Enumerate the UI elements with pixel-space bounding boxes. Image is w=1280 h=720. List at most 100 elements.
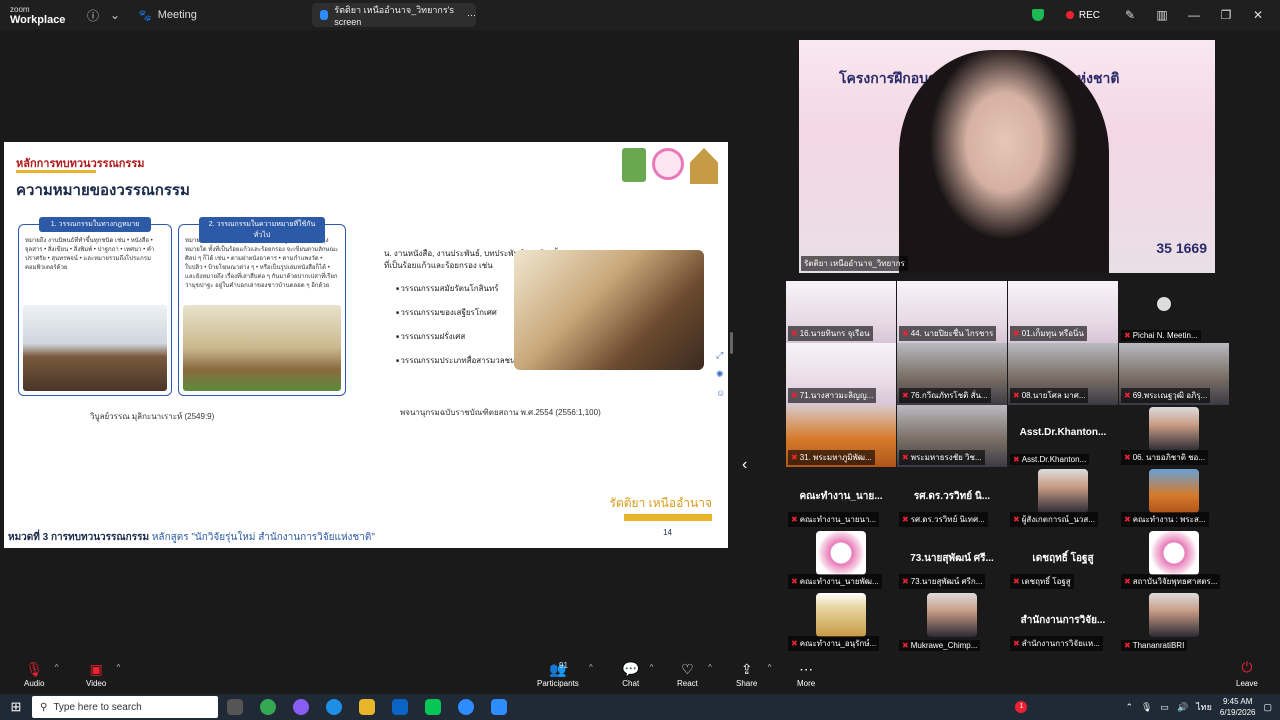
- participant-name: เดชฤทธิ์ โอฐสู: [1021, 577, 1071, 586]
- annotate-icon[interactable]: ✎: [1116, 8, 1144, 22]
- participants-button[interactable]: 👥 91 Participants ^: [537, 659, 593, 688]
- participant-name-label: ✖ 01.เก็มทุน หรือนิ่น: [1010, 326, 1087, 341]
- participant-tile[interactable]: เดชฤทธิ์ โอฐสู ✖ เดชฤทธิ์ โอฐสู: [1008, 529, 1118, 591]
- participant-avatar: [1149, 593, 1199, 637]
- notification-badge[interactable]: 1: [1015, 701, 1028, 713]
- participants-caret-icon[interactable]: ^: [589, 663, 593, 672]
- participant-tile[interactable]: ✖ 69.พระเณฐวุฒิ อภิรุ...: [1119, 343, 1229, 405]
- share-label: Share: [736, 679, 758, 688]
- participant-tile[interactable]: ✖ 76.กวีณภัทรโชติ สั่น...: [897, 343, 1007, 405]
- active-speaker-video[interactable]: โครงการฝึกอบรมนักวิจัยรุ่น... การวิจัยแห…: [799, 40, 1215, 273]
- participant-tile[interactable]: ✖ Mukrawe_Chimp...: [897, 591, 1007, 653]
- chat-label: Chat: [622, 679, 640, 688]
- audio-caret-icon[interactable]: ^: [55, 663, 59, 672]
- video-caret-icon[interactable]: ^: [117, 663, 121, 672]
- participant-tile[interactable]: สำนักงานการวิจัย... ✖ สำนักงานการวิจัยแห..…: [1008, 591, 1118, 653]
- network-icon[interactable]: ▭: [1160, 702, 1169, 713]
- participant-tile[interactable]: ✖ 06. นายอภิชาติ ชอ...: [1119, 405, 1229, 467]
- tray-chevron-up-icon[interactable]: ⌃: [1125, 702, 1133, 713]
- participant-tile[interactable]: ✖ 71.นางสาวมะลิญญ...: [786, 343, 896, 405]
- title-bar: zoom Workplace ⓘ ⌄ 🐾 Meeting รัตติยา เหน…: [0, 0, 1280, 30]
- list-item: วรรณกรรมประเภทสื่อสารมวลชน: [396, 354, 515, 367]
- react-heart-icon: ♡: [681, 661, 694, 677]
- participant-tile[interactable]: ✖ 44. นายปิยะชื่น ไกรชาร: [897, 281, 1007, 343]
- notifications-icon[interactable]: ▢: [1263, 702, 1272, 713]
- participant-tile[interactable]: ✖ คณะทำงาน_นายพัฒ...: [786, 529, 896, 591]
- participant-name: สำนักงานการวิจัยแห...: [1021, 639, 1100, 648]
- participant-tile[interactable]: Asst.Dr.Khanton... ✖ Asst.Dr.Khanton...: [1008, 405, 1118, 467]
- participant-tile[interactable]: ✖ 08.นายโศล มาศ...: [1008, 343, 1118, 405]
- participant-tile[interactable]: คณะทำงาน_นาย... ✖ คณะทำงาน_นายนา...: [786, 467, 896, 529]
- participant-tile[interactable]: 73.นายสุพัฒน์ ศรี... ✖ 73.นายสุพัฒน์ ศรีก.…: [897, 529, 1007, 591]
- react-caret-icon[interactable]: ^: [708, 663, 712, 672]
- participant-avatar: [927, 593, 977, 637]
- resize-handle[interactable]: [730, 332, 733, 354]
- view-layout-icon[interactable]: ▥: [1148, 8, 1176, 22]
- mic-muted-icon: ✖: [902, 453, 909, 462]
- participant-tile[interactable]: รศ.ดร.วรวิทย์ นิ... ✖ รศ.ดร.วรวิทย์ นิเทศ.…: [897, 467, 1007, 529]
- security-shield-icon[interactable]: [1031, 9, 1044, 21]
- participant-tile[interactable]: ✖ 16.นายทินกร จุเรือน: [786, 281, 896, 343]
- meeting-button[interactable]: 🐾 Meeting: [138, 9, 197, 22]
- copilot-icon[interactable]: [284, 694, 317, 720]
- participant-name-label: ✖ เดชฤทธิ์ โอฐสู: [1010, 574, 1074, 589]
- audio-button[interactable]: 🎙 Audio ^: [24, 659, 58, 688]
- tray-mic-icon[interactable]: 🎙: [1141, 702, 1152, 713]
- chevron-down-icon[interactable]: ⌄: [104, 4, 126, 26]
- expand-icon[interactable]: ⤢: [716, 350, 725, 361]
- temple-storytelling-image: [183, 305, 341, 391]
- mic-muted-icon: ✖: [791, 329, 798, 338]
- zoom-workplace-icon[interactable]: [482, 694, 515, 720]
- zoom-app-icon[interactable]: [449, 694, 482, 720]
- info-icon[interactable]: ⓘ: [82, 4, 104, 26]
- share-side-controls: ⤢ ✺ ☺: [716, 350, 725, 398]
- chrome-icon[interactable]: [251, 694, 284, 720]
- taskbar-search[interactable]: ⚲ Type here to search: [32, 696, 218, 718]
- task-view-icon[interactable]: [218, 694, 251, 720]
- share-icon: ⇪: [740, 661, 753, 677]
- leave-button[interactable]: ⏻ Leave: [1236, 659, 1258, 688]
- participant-tile[interactable]: ✖ 31. พระมหาภูมิพัฒ...: [786, 405, 896, 467]
- edge-icon[interactable]: [317, 694, 350, 720]
- participant-tile[interactable]: ✖ ผู้สังเกตการณ์_นวส...: [1008, 467, 1118, 529]
- outlook-icon[interactable]: [383, 694, 416, 720]
- windows-start-icon[interactable]: ⊞: [0, 699, 32, 715]
- participant-tile[interactable]: ✖ 01.เก็มทุน หรือนิ่น: [1008, 281, 1118, 343]
- participant-avatar: [816, 531, 866, 575]
- share-caret-icon[interactable]: ^: [768, 663, 772, 672]
- participant-tile[interactable]: ✖ พระมหาธรงชัย วิช...: [897, 405, 1007, 467]
- participant-tile[interactable]: ✖ คณะทำงาน : พระส...: [1119, 467, 1229, 529]
- participant-name-label: ✖ ผู้สังเกตการณ์_นวส...: [1010, 512, 1098, 527]
- more-options-icon[interactable]: ⋯: [467, 10, 476, 21]
- line-app-icon[interactable]: [416, 694, 449, 720]
- annotate-tool-icon[interactable]: ✺: [716, 369, 725, 380]
- participant-name-label: ✖ คณะทำงาน : พระส...: [1121, 512, 1209, 527]
- close-icon[interactable]: ✕: [1244, 8, 1272, 22]
- share-button[interactable]: ⇪ Share ^: [736, 659, 771, 688]
- participant-name-label: ✖ พระมหาธรงชัย วิช...: [899, 450, 985, 465]
- volume-icon[interactable]: 🔊: [1177, 702, 1188, 713]
- screen-share-tab[interactable]: รัตติยา เหนืออำนาจ_วิทยากร's screen ⋯: [312, 3, 476, 27]
- minimize-icon[interactable]: —: [1180, 8, 1208, 22]
- participant-tile[interactable]: ✖ สถาบันวิจัยพุทธศาสตร...: [1119, 529, 1229, 591]
- language-indicator[interactable]: ไทย: [1196, 700, 1212, 714]
- list-item: วรรณกรรมของเสฐียรโกเศศ: [396, 306, 516, 319]
- recording-indicator[interactable]: REC: [1065, 10, 1100, 21]
- participant-name: 73.นายสุพัฒน์ ศรีก...: [910, 577, 983, 586]
- emoji-icon[interactable]: ☺: [716, 388, 725, 398]
- chat-caret-icon[interactable]: ^: [650, 663, 654, 672]
- chat-button[interactable]: 💬 Chat ^: [622, 659, 653, 688]
- file-explorer-icon[interactable]: [350, 694, 383, 720]
- restore-icon[interactable]: ❐: [1212, 8, 1240, 22]
- participant-tile[interactable]: ✖ คณะทำงาน_อนุรักษ์...: [786, 591, 896, 653]
- more-button[interactable]: ⋯ More: [797, 659, 815, 688]
- react-button[interactable]: ♡ React ^: [677, 659, 712, 688]
- mic-muted-icon: ✖: [1013, 639, 1020, 648]
- video-button[interactable]: ▣ Video ^: [86, 659, 120, 688]
- clock[interactable]: 9:45 AM 6/19/2026: [1220, 696, 1256, 718]
- chevron-left-icon[interactable]: ‹: [742, 456, 747, 474]
- participant-name-label: ✖ สำนักงานการวิจัยแห...: [1010, 636, 1103, 651]
- participant-tile[interactable]: ✖ ThananratiBRI: [1119, 591, 1229, 653]
- participant-name-label: ✖ 71.นางสาวมะลิญญ...: [788, 388, 877, 403]
- participant-tile[interactable]: ✖ Pichai N. Meetin...: [1119, 281, 1229, 343]
